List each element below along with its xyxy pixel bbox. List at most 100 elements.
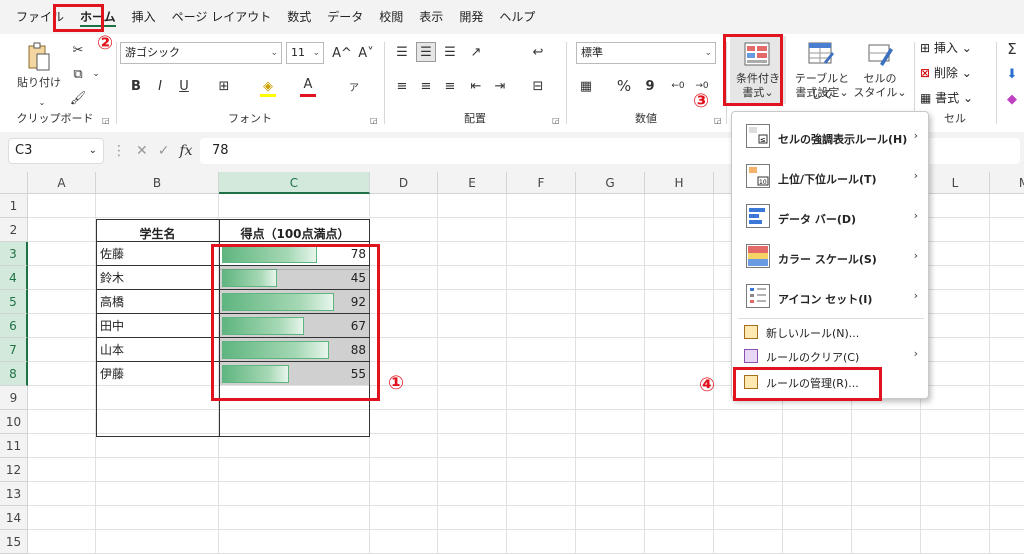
- menu-new-rule[interactable]: 新しいルール(N)...: [732, 320, 928, 344]
- paste-icon[interactable]: [24, 42, 54, 72]
- student-name-cell[interactable]: 山本: [100, 338, 215, 362]
- orientation-icon[interactable]: ↗: [466, 42, 486, 62]
- student-name-cell[interactable]: 伊藤: [100, 362, 215, 386]
- column-header-d[interactable]: D: [370, 172, 438, 194]
- align-middle-icon[interactable]: ☰: [416, 42, 436, 62]
- column-header-b[interactable]: B: [96, 172, 219, 194]
- format-as-table-button[interactable]: テーブルとして 書式設定⌄: [790, 36, 850, 104]
- row-header-12[interactable]: 12: [0, 458, 28, 482]
- menu-data[interactable]: データ: [319, 5, 371, 29]
- column-header-c[interactable]: C: [219, 172, 370, 194]
- menu-help[interactable]: ヘルプ: [491, 5, 543, 29]
- student-name-cell[interactable]: 鈴木: [100, 266, 215, 290]
- insert-cells-button[interactable]: ⊞ 挿入 ⌄: [920, 39, 972, 56]
- copy-chevron-icon[interactable]: ⌄: [86, 64, 106, 84]
- row-header-4[interactable]: 4: [0, 266, 28, 290]
- insert-function-button[interactable]: fx: [179, 143, 192, 159]
- row-header-7[interactable]: 7: [0, 338, 28, 362]
- autosum-button[interactable]: Σ: [1002, 39, 1022, 59]
- alignment-launcher-icon[interactable]: ◲: [552, 116, 560, 125]
- row-header-1[interactable]: 1: [0, 194, 28, 218]
- column-header-g[interactable]: G: [576, 172, 645, 194]
- paste-label[interactable]: 貼り付け: [16, 74, 62, 90]
- menu-top-bottom-rules[interactable]: 10 上位/下位ルール(T) ›: [732, 156, 928, 196]
- row-header-10[interactable]: 10: [0, 410, 28, 434]
- column-header-a[interactable]: A: [28, 172, 96, 194]
- menu-icon-set[interactable]: アイコン セット(I) ›: [732, 276, 928, 316]
- menu-formulas[interactable]: 数式: [279, 5, 319, 29]
- font-name-dropdown[interactable]: 游ゴシック ⌄: [120, 42, 282, 64]
- row-header-2[interactable]: 2: [0, 218, 28, 242]
- menu-page-layout[interactable]: ページ レイアウト: [164, 5, 280, 29]
- merge-center-icon[interactable]: ⊟: [528, 76, 548, 96]
- format-cells-button[interactable]: ▦ 書式 ⌄: [920, 89, 973, 106]
- font-size-dropdown[interactable]: 11 ⌄: [286, 42, 324, 64]
- row-header-13[interactable]: 13: [0, 482, 28, 506]
- phonetic-icon[interactable]: ア: [344, 76, 364, 96]
- annotation-box-range: [211, 244, 380, 401]
- clear-icon[interactable]: ◆: [1002, 89, 1022, 109]
- menu-developer[interactable]: 開発: [451, 5, 491, 29]
- indent-decrease-icon[interactable]: ⇤: [466, 76, 486, 96]
- student-name-cell[interactable]: 佐藤: [100, 242, 215, 266]
- row-header-3[interactable]: 3: [0, 242, 28, 266]
- clipboard-launcher-icon[interactable]: ◲: [102, 116, 110, 125]
- cancel-icon[interactable]: ✕: [136, 143, 148, 159]
- comma-button[interactable]: 9: [640, 76, 660, 96]
- student-name-cell[interactable]: 田中: [100, 314, 215, 338]
- align-top-icon[interactable]: ☰: [392, 42, 412, 62]
- row-header-5[interactable]: 5: [0, 290, 28, 314]
- column-header-m[interactable]: M: [990, 172, 1024, 194]
- row-header-8[interactable]: 8: [0, 362, 28, 386]
- font-color-icon[interactable]: A: [298, 74, 318, 94]
- grow-font-button[interactable]: A^: [332, 43, 352, 63]
- bold-button[interactable]: B: [126, 76, 146, 96]
- column-header-e[interactable]: E: [438, 172, 507, 194]
- menu-insert[interactable]: 挿入: [124, 5, 164, 29]
- student-name-cell[interactable]: 高橋: [100, 290, 215, 314]
- align-bottom-icon[interactable]: ☰: [440, 42, 460, 62]
- indent-increase-icon[interactable]: ⇥: [490, 76, 510, 96]
- select-all-corner[interactable]: [0, 172, 28, 194]
- fill-color-icon[interactable]: ◈: [258, 76, 278, 96]
- paste-chevron-icon[interactable]: ⌄: [32, 92, 52, 112]
- wrap-text-icon[interactable]: ↩: [528, 42, 548, 62]
- italic-button[interactable]: I: [150, 76, 170, 96]
- align-left-icon[interactable]: ≡: [392, 76, 412, 96]
- name-box[interactable]: C3 ⌄: [8, 138, 104, 164]
- align-center-icon[interactable]: ≡: [416, 76, 436, 96]
- row-header-9[interactable]: 9: [0, 386, 28, 410]
- row-header-14[interactable]: 14: [0, 506, 28, 530]
- border-icon[interactable]: ⊞: [214, 76, 234, 96]
- row-header-6[interactable]: 6: [0, 314, 28, 338]
- font-launcher-icon[interactable]: ◲: [370, 116, 378, 125]
- underline-button[interactable]: U: [174, 76, 194, 96]
- menu-data-bar[interactable]: データ バー(D) ›: [732, 196, 928, 236]
- enter-icon[interactable]: ✓: [158, 143, 170, 159]
- number-launcher-icon[interactable]: ◲: [714, 116, 722, 125]
- delete-cells-button[interactable]: ⊠ 削除 ⌄: [920, 64, 972, 81]
- number-format-dropdown[interactable]: 標準 ⌄: [576, 42, 716, 64]
- menu-highlight-rules[interactable]: ≤ セルの強調表示ルール(H) ›: [732, 118, 928, 156]
- menu-color-scale[interactable]: カラー スケール(S) ›: [732, 236, 928, 276]
- fill-icon[interactable]: ⬇: [1002, 64, 1022, 84]
- cut-icon[interactable]: ✂: [68, 40, 88, 60]
- chevron-right-icon: ›: [913, 169, 918, 182]
- increase-decimal-icon[interactable]: ←0: [668, 76, 688, 96]
- percent-button[interactable]: %: [614, 76, 634, 96]
- menu-view[interactable]: 表示: [411, 5, 451, 29]
- currency-icon[interactable]: ▦: [576, 76, 596, 96]
- column-header-l[interactable]: L: [921, 172, 990, 194]
- menu-clear-rules[interactable]: ルールのクリア(C) ›: [732, 344, 928, 368]
- cell-styles-label-2: スタイル⌄: [852, 84, 908, 100]
- row-header-11[interactable]: 11: [0, 434, 28, 458]
- column-header-f[interactable]: F: [507, 172, 576, 194]
- menu-review[interactable]: 校閲: [371, 5, 411, 29]
- cell-styles-button[interactable]: セルの スタイル⌄: [852, 36, 908, 104]
- row-header-15[interactable]: 15: [0, 530, 28, 554]
- shrink-font-button[interactable]: A˅: [356, 43, 376, 63]
- column-header-h[interactable]: H: [645, 172, 714, 194]
- format-painter-icon[interactable]: 🖌: [68, 88, 88, 108]
- copy-icon[interactable]: ⧉: [68, 64, 88, 84]
- align-right-icon[interactable]: ≡: [440, 76, 460, 96]
